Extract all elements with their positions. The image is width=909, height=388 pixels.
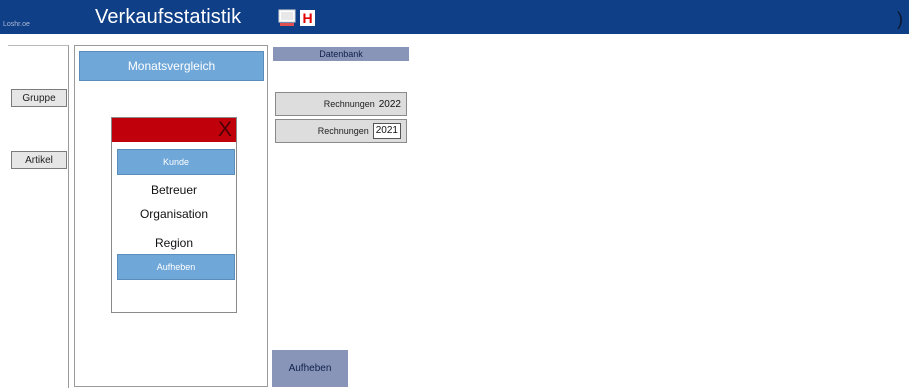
invoices-2022-label: Rechnungen bbox=[323, 99, 375, 109]
dialog-cancel-button[interactable]: Aufheben bbox=[117, 254, 235, 280]
h-icon-label: H bbox=[302, 10, 313, 26]
invoices-2022-year: 2022 bbox=[378, 98, 401, 110]
close-icon[interactable]: ) bbox=[897, 9, 903, 30]
monitor-icon[interactable] bbox=[278, 9, 296, 27]
selection-dialog: X Kunde Betreuer Organisation Region Auf… bbox=[111, 117, 237, 313]
invoices-2021-year[interactable]: 2021 bbox=[372, 123, 401, 139]
app-title: Verkaufsstatistik bbox=[95, 6, 242, 28]
article-button[interactable]: Artikel bbox=[11, 151, 67, 169]
month-compare-label: Monatsvergleich bbox=[127, 59, 216, 73]
group-button[interactable]: Gruppe bbox=[11, 89, 67, 107]
group-button-label: Gruppe bbox=[22, 92, 56, 104]
customer-label: Kunde bbox=[162, 157, 190, 167]
database-label: Datenbank bbox=[273, 47, 409, 61]
region-option[interactable]: Region bbox=[112, 236, 236, 250]
dialog-close-icon[interactable]: X bbox=[218, 118, 232, 142]
article-button-label: Artikel bbox=[25, 154, 53, 166]
dialog-header: X bbox=[112, 118, 236, 142]
organisation-option[interactable]: Organisation bbox=[112, 207, 236, 221]
customer-button[interactable]: Kunde bbox=[117, 149, 235, 175]
cancel-button-label: Aufheben bbox=[288, 363, 332, 374]
invoices-2022-button[interactable]: Rechnungen 2022 bbox=[275, 92, 407, 116]
month-compare-button[interactable]: Monatsvergleich bbox=[79, 51, 264, 81]
dialog-cancel-label: Aufheben bbox=[156, 262, 196, 272]
database-title: Datenbank bbox=[319, 49, 363, 59]
supervisor-option[interactable]: Betreuer bbox=[112, 183, 236, 197]
cancel-button[interactable]: Aufheben bbox=[272, 350, 348, 387]
h-icon[interactable]: H bbox=[300, 10, 315, 26]
invoices-2021-label: Rechnungen bbox=[317, 126, 369, 136]
title-bar: Loshr.oe Verkaufsstatistik H ) bbox=[0, 0, 909, 34]
invoices-2021-button[interactable]: Rechnungen 2021 bbox=[275, 119, 407, 143]
app-small-label: Loshr.oe bbox=[3, 21, 30, 28]
